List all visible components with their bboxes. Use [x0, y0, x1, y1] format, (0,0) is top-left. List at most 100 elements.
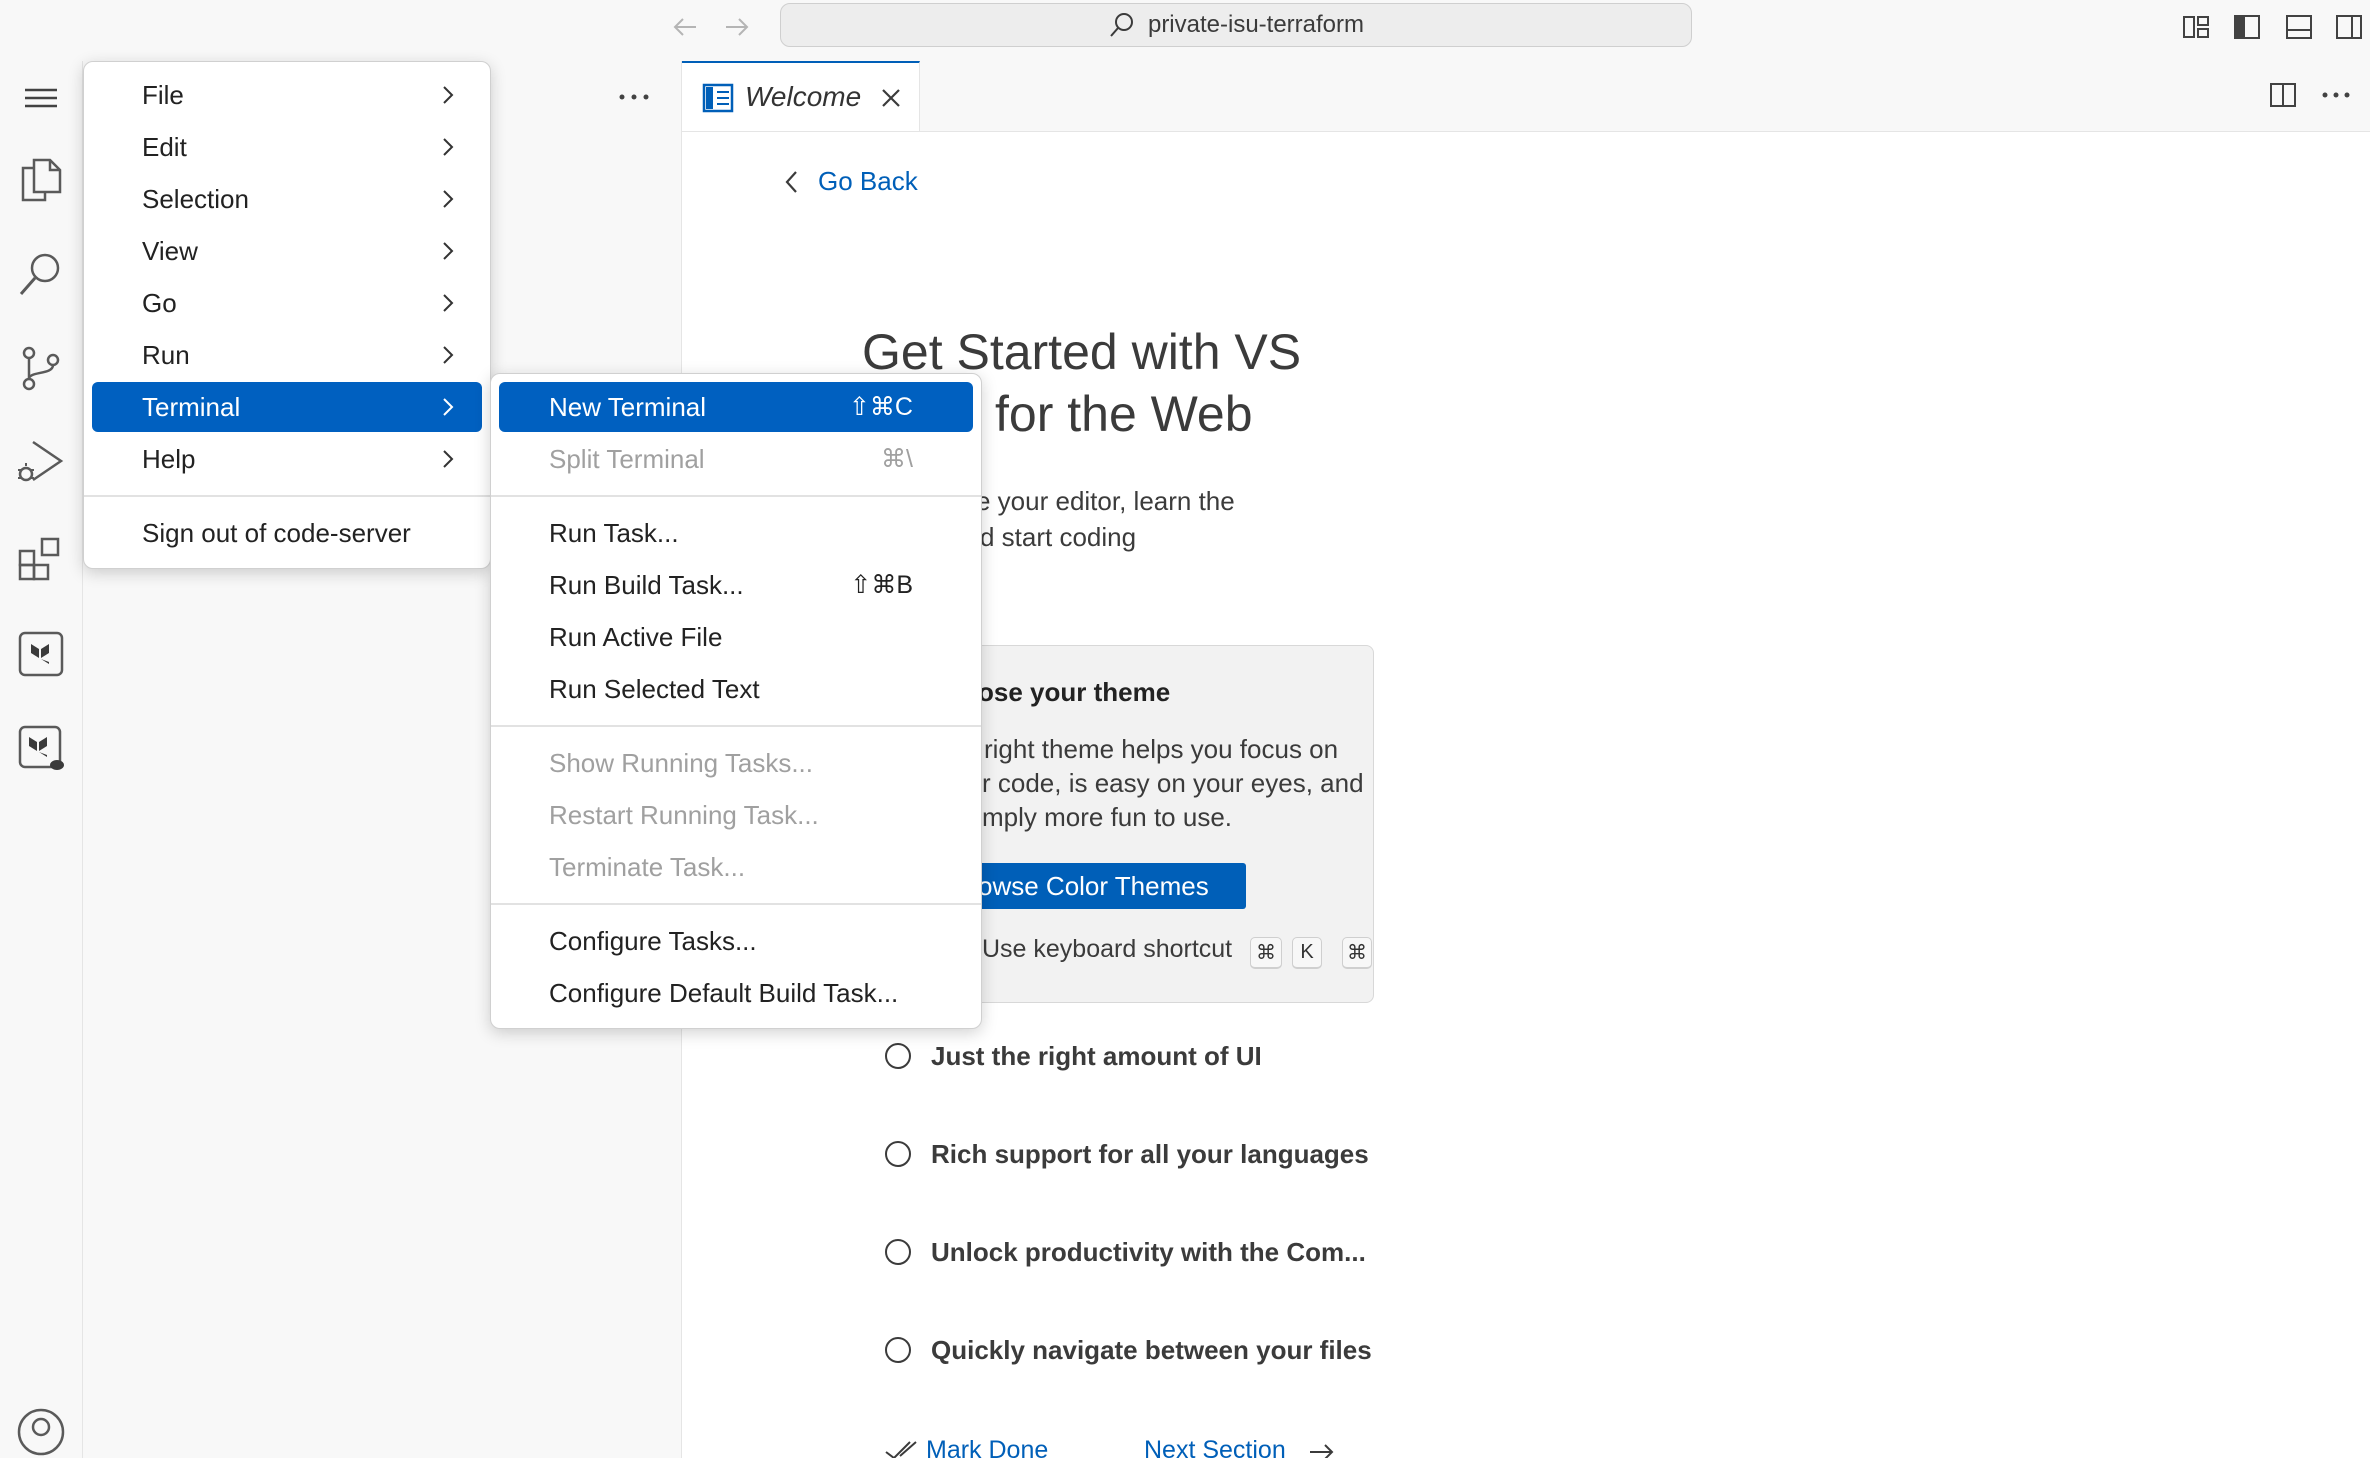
- shortcut-key-k: K: [1292, 937, 1322, 969]
- menu-item-label: Configure Tasks...: [549, 925, 757, 956]
- keyboard-shortcut-text: Use keyboard shortcut: [982, 935, 1233, 963]
- checkmark-icon: [884, 1440, 920, 1458]
- browse-color-themes-button[interactable]: owse Color Themes: [960, 863, 1246, 909]
- chevron-right-icon: [436, 291, 460, 315]
- theme-step-desc-line3: mply more fun to use.: [982, 802, 1232, 832]
- theme-step-title: ose your theme: [978, 677, 1171, 707]
- editor-tabs-bar: [682, 61, 2370, 132]
- welcome-title-line2: for the Web: [995, 386, 1253, 442]
- menu-item-shortcut: ⌘\: [881, 445, 913, 473]
- menu-item-terminal[interactable]: Terminal: [92, 382, 482, 432]
- menu-item-restart-running-task[interactable]: Restart Running Task...: [499, 790, 973, 840]
- next-section-link[interactable]: Next Section: [1144, 1436, 1286, 1465]
- menu-item-go[interactable]: Go: [92, 278, 482, 328]
- go-back-chevron-icon[interactable]: [780, 168, 804, 196]
- menu-item-terminate-task[interactable]: Terminate Task...: [499, 842, 973, 892]
- split-editor-icon[interactable]: [2268, 80, 2298, 110]
- go-back-link[interactable]: Go Back: [818, 166, 918, 197]
- sidebar-more-actions-icon[interactable]: [614, 82, 654, 112]
- menu-item-label: New Terminal: [549, 391, 707, 422]
- menu-item-label: Configure Default Build Task...: [549, 977, 899, 1008]
- menu-item-label: Selection: [142, 183, 249, 214]
- menu-item-split-terminal[interactable]: Split Terminal ⌘\: [499, 434, 973, 484]
- menu-separator: [84, 495, 490, 497]
- shortcut-key-cmd: ⌘: [1250, 937, 1282, 969]
- accounts-icon[interactable]: [9, 1400, 73, 1464]
- command-center-search[interactable]: private-isu-terraform: [780, 3, 1692, 47]
- toggle-panel-icon[interactable]: [2284, 12, 2314, 42]
- terminal-submenu: New Terminal ⇧⌘C Split Terminal ⌘\ Run T…: [490, 373, 982, 1029]
- browse-color-themes-label: owse Color Themes: [978, 871, 1209, 901]
- shortcut-key-cmd-2: ⌘: [1342, 937, 1372, 969]
- source-control-icon[interactable]: [9, 336, 73, 400]
- step-checkbox[interactable]: [885, 1337, 911, 1363]
- menu-item-run-build-task[interactable]: Run Build Task... ⇧⌘B: [499, 560, 973, 610]
- back-arrow-icon[interactable]: [670, 12, 700, 42]
- hamburger-menu-icon[interactable]: [9, 66, 73, 130]
- menu-item-configure-default-build-task[interactable]: Configure Default Build Task...: [499, 968, 973, 1018]
- chevron-right-icon: [436, 343, 460, 367]
- menu-item-shortcut: ⇧⌘B: [850, 571, 913, 599]
- menu-item-label: File: [142, 79, 184, 110]
- menu-item-run-task[interactable]: Run Task...: [499, 508, 973, 558]
- extensions-icon[interactable]: [9, 526, 73, 590]
- terraform-icon[interactable]: [9, 622, 73, 686]
- menu-separator: [491, 725, 981, 727]
- theme-step-desc-line1: right theme helps you focus on: [984, 734, 1339, 764]
- step-label-navigate-files[interactable]: Quickly navigate between your files: [931, 1335, 1376, 1366]
- menu-item-label: Go: [142, 287, 177, 318]
- explorer-icon[interactable]: [9, 148, 73, 212]
- menu-item-label: Split Terminal: [549, 443, 705, 474]
- chevron-right-icon: [436, 447, 460, 471]
- chevron-right-icon: [436, 395, 460, 419]
- menu-item-file[interactable]: File: [92, 70, 482, 120]
- customize-layout-icon[interactable]: [2181, 12, 2211, 42]
- tab-welcome[interactable]: Welcome: [682, 61, 920, 131]
- menu-item-view[interactable]: View: [92, 226, 482, 276]
- step-checkbox[interactable]: [885, 1239, 911, 1265]
- menu-item-show-running-tasks[interactable]: Show Running Tasks...: [499, 738, 973, 788]
- menu-item-run-active-file[interactable]: Run Active File: [499, 612, 973, 662]
- menu-item-configure-tasks[interactable]: Configure Tasks...: [499, 916, 973, 966]
- menu-item-run-selected-text[interactable]: Run Selected Text: [499, 664, 973, 714]
- search-icon: [1108, 11, 1136, 39]
- menu-item-run[interactable]: Run: [92, 330, 482, 380]
- step-label-command-palette[interactable]: Unlock productivity with the Com...: [931, 1237, 1366, 1268]
- terraform-cloud-icon[interactable]: [9, 716, 73, 780]
- menu-separator: [491, 495, 981, 497]
- toggle-primary-sidebar-icon[interactable]: [2232, 12, 2262, 42]
- toggle-secondary-sidebar-icon[interactable]: [2334, 12, 2364, 42]
- chevron-right-icon: [436, 239, 460, 263]
- menu-item-label: Terminal: [142, 391, 241, 422]
- menu-item-label: Run Active File: [549, 621, 723, 652]
- menu-separator: [491, 903, 981, 905]
- chevron-right-icon: [436, 187, 460, 211]
- welcome-description-line2: d start coding: [980, 522, 1137, 552]
- editor-more-actions-icon[interactable]: [2318, 80, 2354, 110]
- menu-item-label: Show Running Tasks...: [549, 747, 813, 778]
- step-label-ui[interactable]: Just the right amount of UI: [931, 1041, 1262, 1072]
- welcome-description-line1: e your editor, learn the: [976, 486, 1235, 516]
- menu-item-selection[interactable]: Selection: [92, 174, 482, 224]
- theme-step-desc-line2: r code, is easy on your eyes, and: [982, 768, 1364, 798]
- menu-item-help[interactable]: Help: [92, 434, 482, 484]
- menu-item-label: Sign out of code-server: [142, 517, 411, 548]
- menu-item-shortcut: ⇧⌘C: [848, 393, 913, 421]
- forward-arrow-icon[interactable]: [722, 12, 752, 42]
- menu-item-label: Run Build Task...: [549, 569, 744, 600]
- menu-item-label: Run Task...: [549, 517, 679, 548]
- menu-item-label: View: [142, 235, 198, 266]
- menu-item-sign-out[interactable]: Sign out of code-server: [92, 508, 482, 558]
- search-icon[interactable]: [9, 242, 73, 306]
- run-and-debug-icon[interactable]: [9, 430, 73, 494]
- menu-item-new-terminal[interactable]: New Terminal ⇧⌘C: [499, 382, 973, 432]
- menu-item-edit[interactable]: Edit: [92, 122, 482, 172]
- application-menu: File Edit Selection View Go Run Terminal…: [83, 61, 491, 569]
- step-label-languages[interactable]: Rich support for all your languages: [931, 1139, 1369, 1170]
- mark-done-link[interactable]: Mark Done: [926, 1436, 1048, 1465]
- close-icon[interactable]: [878, 85, 904, 111]
- step-checkbox[interactable]: [885, 1141, 911, 1167]
- menu-item-label: Run Selected Text: [549, 673, 760, 704]
- arrow-right-icon: [1308, 1440, 1336, 1458]
- step-checkbox[interactable]: [885, 1043, 911, 1069]
